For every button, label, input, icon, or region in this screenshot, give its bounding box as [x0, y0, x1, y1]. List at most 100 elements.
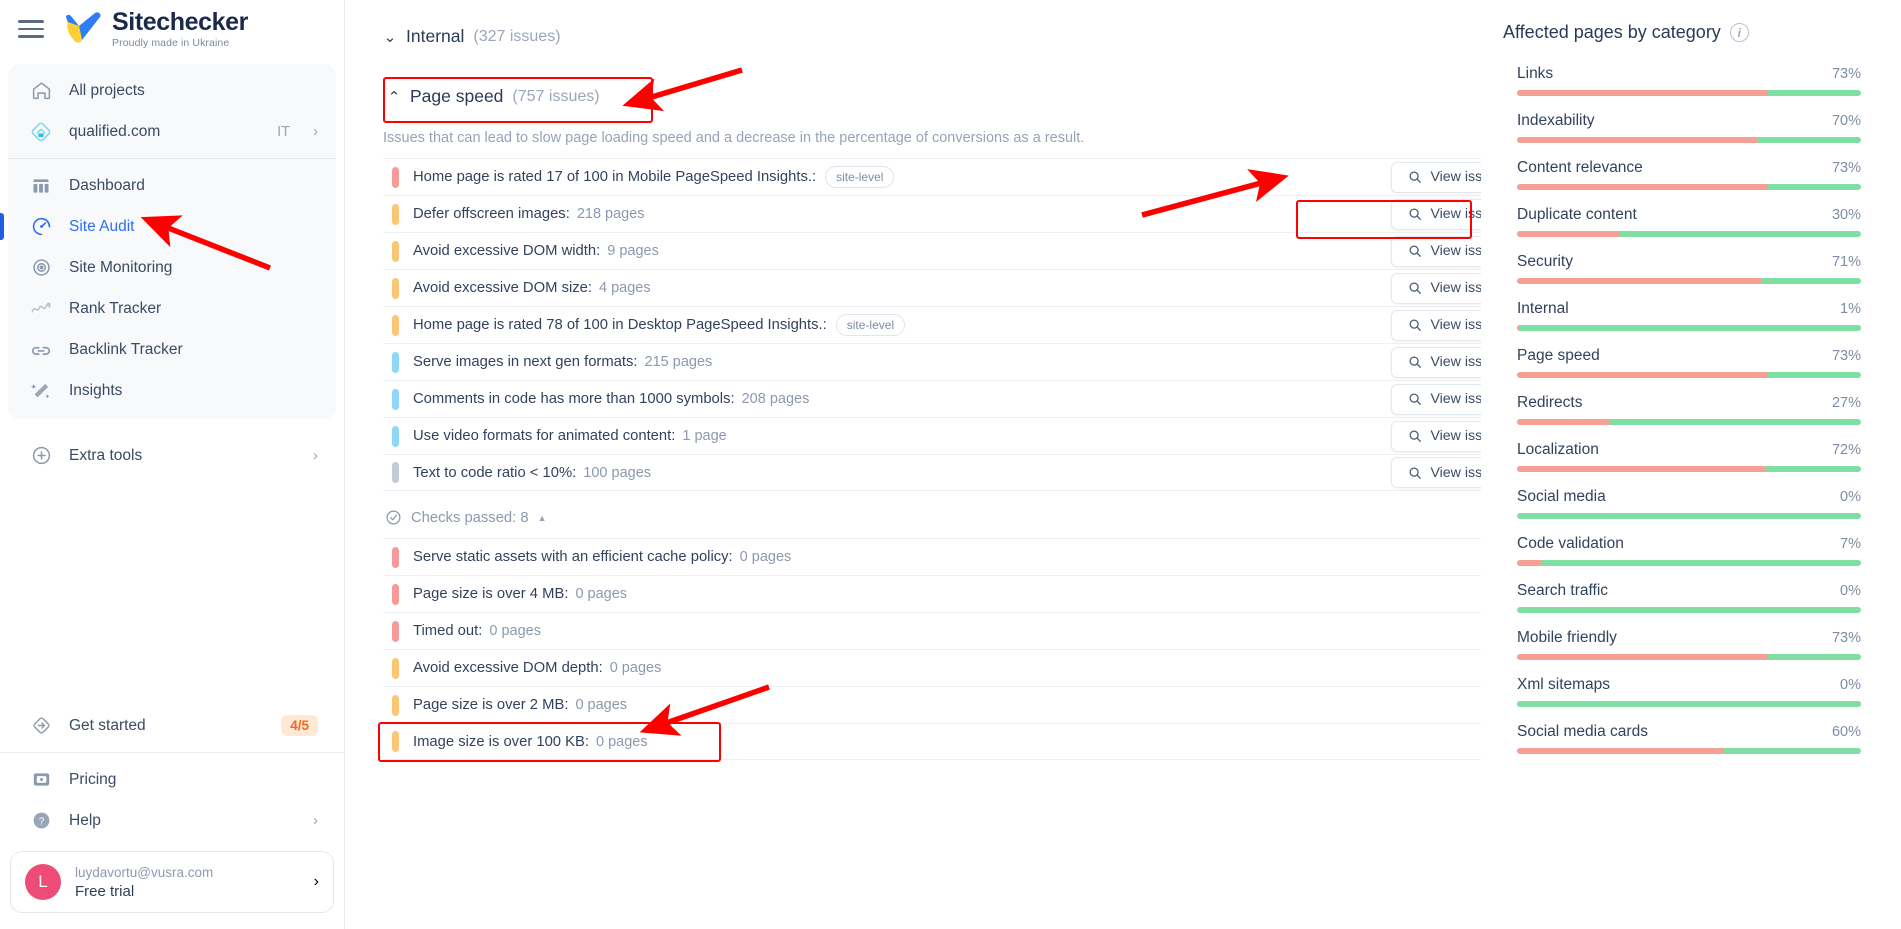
category-label: Xml sitemaps [1517, 676, 1611, 693]
group-header-page-speed[interactable]: ⌃ Page speed (757 issues) [383, 77, 651, 116]
table-row[interactable]: Timed out: 0 pages [383, 612, 1481, 649]
category-header: Redirects 27% [1517, 394, 1861, 412]
severity-indicator [392, 694, 399, 716]
issue-pages-count: 215 pages [644, 354, 713, 370]
info-icon[interactable]: i [1729, 23, 1749, 42]
severity-indicator [392, 583, 399, 605]
sidebar-item-qualified-com[interactable]: qualified.com IT › [8, 111, 336, 152]
sidebar: Sitechecker Proudly made in Ukraine All … [0, 0, 345, 929]
table-row[interactable]: Page size is over 4 MB: 0 pages [383, 575, 1481, 612]
account-card[interactable]: L luydavortu@vusra.com Free trial › [10, 851, 334, 913]
hamburger-icon[interactable] [18, 19, 44, 39]
issue-title-text: Serve static assets with an efficient ca… [413, 549, 733, 565]
sidebar-project-locale: IT [277, 123, 290, 140]
issue-title: Avoid excessive DOM depth: 0 pages [413, 660, 661, 676]
category-header: Social media 0% [1517, 488, 1861, 506]
sidebar-item-pricing[interactable]: Pricing [8, 759, 336, 800]
rank-tracker-icon [30, 298, 52, 320]
category-label: Indexability [1517, 112, 1595, 129]
table-row[interactable]: Home page is rated 17 of 100 in Mobile P… [383, 158, 1481, 195]
table-row[interactable]: Avoid excessive DOM size: 4 pages View i… [383, 269, 1481, 306]
group-header-internal[interactable]: ⌄ Internal (327 issues) [383, 26, 1481, 47]
issue-title-text: Use video formats for animated content: [413, 428, 676, 444]
category-bar [1517, 137, 1861, 143]
sidebar-item-rank-tracker[interactable]: Rank Tracker [8, 288, 336, 329]
chevron-right-icon[interactable]: › [313, 123, 318, 140]
table-row[interactable]: Avoid excessive DOM width: 9 pages View … [383, 232, 1481, 269]
issue-pages-count: 0 pages [739, 549, 792, 565]
sidebar-item-get-started[interactable]: Get started 4/5 [8, 705, 336, 746]
view-issue-button[interactable]: View issue [1391, 309, 1481, 341]
view-issue-button[interactable]: View issue [1391, 235, 1481, 267]
view-issue-button[interactable]: View issue [1391, 161, 1481, 193]
category-bar [1517, 184, 1861, 190]
table-row[interactable]: Comments in code has more than 1000 symb… [383, 380, 1481, 417]
sidebar-item-insights[interactable]: Insights [8, 370, 336, 411]
chevron-right-icon[interactable]: › [313, 812, 318, 829]
sidebar-item-extra-tools[interactable]: Extra tools › [8, 435, 336, 476]
severity-indicator [392, 314, 399, 336]
category-header: Indexability 70% [1517, 112, 1861, 130]
category-label: Localization [1517, 441, 1599, 458]
category-bar-chart: Links 73% Indexability 70% Content relevance… [1503, 65, 1861, 754]
category-header: Links 73% [1517, 65, 1861, 83]
table-row[interactable]: Use video formats for animated content: … [383, 417, 1481, 454]
category-label: Social media [1517, 488, 1606, 505]
sidebar-item-all-projects[interactable]: All projects [8, 70, 336, 111]
account-email: luydavortu@vusra.com [75, 864, 214, 880]
category-percent: 73% [1831, 630, 1861, 646]
severity-indicator [392, 731, 399, 752]
table-row[interactable]: Serve images in next gen formats: 215 pa… [383, 343, 1481, 380]
view-issue-button[interactable]: View issue [1391, 457, 1481, 488]
issue-title: Avoid excessive DOM width: 9 pages [413, 243, 659, 259]
sidebar-item-label: Extra tools [69, 446, 143, 464]
category-row: Mobile friendly 73% [1503, 629, 1861, 660]
category-bar [1517, 701, 1861, 707]
sidebar-item-dashboard[interactable]: Dashboard [8, 165, 336, 206]
sidebar-item-site-audit[interactable]: Site Audit [0, 206, 336, 247]
issue-title: Use video formats for animated content: … [413, 428, 727, 444]
category-percent: 71% [1831, 254, 1861, 270]
checks-passed-toggle[interactable]: Checks passed: 8 ▲ [385, 509, 1481, 526]
check-circle-icon [386, 510, 401, 525]
home-icon [30, 80, 52, 102]
issue-title-text: Home page is rated 78 of 100 in Desktop … [413, 317, 827, 333]
view-issue-button[interactable]: View issue [1391, 272, 1481, 304]
issue-title: Timed out: 0 pages [413, 623, 541, 639]
backlink-tracker-icon [30, 339, 52, 361]
brand-logo[interactable]: Sitechecker Proudly made in Ukraine [62, 9, 248, 49]
view-issue-button[interactable]: View issue [1391, 198, 1481, 230]
view-issue-label: View issue [1430, 464, 1481, 481]
chevron-right-icon[interactable]: › [314, 873, 319, 891]
issue-pages-count: 208 pages [741, 391, 810, 407]
table-row[interactable]: Home page is rated 78 of 100 in Desktop … [383, 306, 1481, 343]
sidebar-item-backlink-tracker[interactable]: Backlink Tracker [8, 329, 336, 370]
sidebar-item-site-monitoring[interactable]: Site Monitoring [8, 247, 336, 288]
view-issue-label: View issue [1430, 354, 1481, 370]
category-bar [1517, 231, 1861, 237]
issue-pages-count: 9 pages [607, 243, 659, 259]
category-row: Content relevance 73% [1503, 159, 1861, 190]
checks-passed-label: Checks passed: 8 [411, 509, 529, 526]
table-row[interactable]: Avoid excessive DOM depth: 0 pages [383, 649, 1481, 686]
issue-title: Serve static assets with an efficient ca… [413, 549, 791, 565]
view-issue-button[interactable]: View issue [1391, 346, 1481, 378]
table-row[interactable]: Page size is over 2 MB: 0 pages [383, 686, 1481, 723]
group-name: Page speed [410, 86, 504, 106]
view-issue-button[interactable]: View issue [1391, 383, 1481, 415]
category-row: Page speed 73% [1503, 347, 1861, 378]
sidebar-item-label: Site Audit [69, 217, 135, 235]
category-bar [1517, 372, 1861, 378]
table-row[interactable]: Image size is over 100 KB: 0 pages [378, 722, 1481, 762]
table-row[interactable]: Text to code ratio < 10%: 100 pages View… [383, 454, 1481, 491]
search-icon [1409, 319, 1422, 331]
chevron-right-icon[interactable]: › [313, 447, 318, 464]
category-bar-fill [1517, 184, 1769, 190]
view-issue-button[interactable]: View issue [1391, 420, 1481, 452]
issue-title: Defer offscreen images: 218 pages [413, 206, 645, 222]
table-row[interactable]: Defer offscreen images: 218 pages View i… [383, 195, 1481, 232]
sidebar-item-help[interactable]: ? Help › [8, 800, 336, 841]
category-bar-fill [1517, 419, 1610, 425]
table-row[interactable]: Serve static assets with an efficient ca… [383, 538, 1481, 575]
